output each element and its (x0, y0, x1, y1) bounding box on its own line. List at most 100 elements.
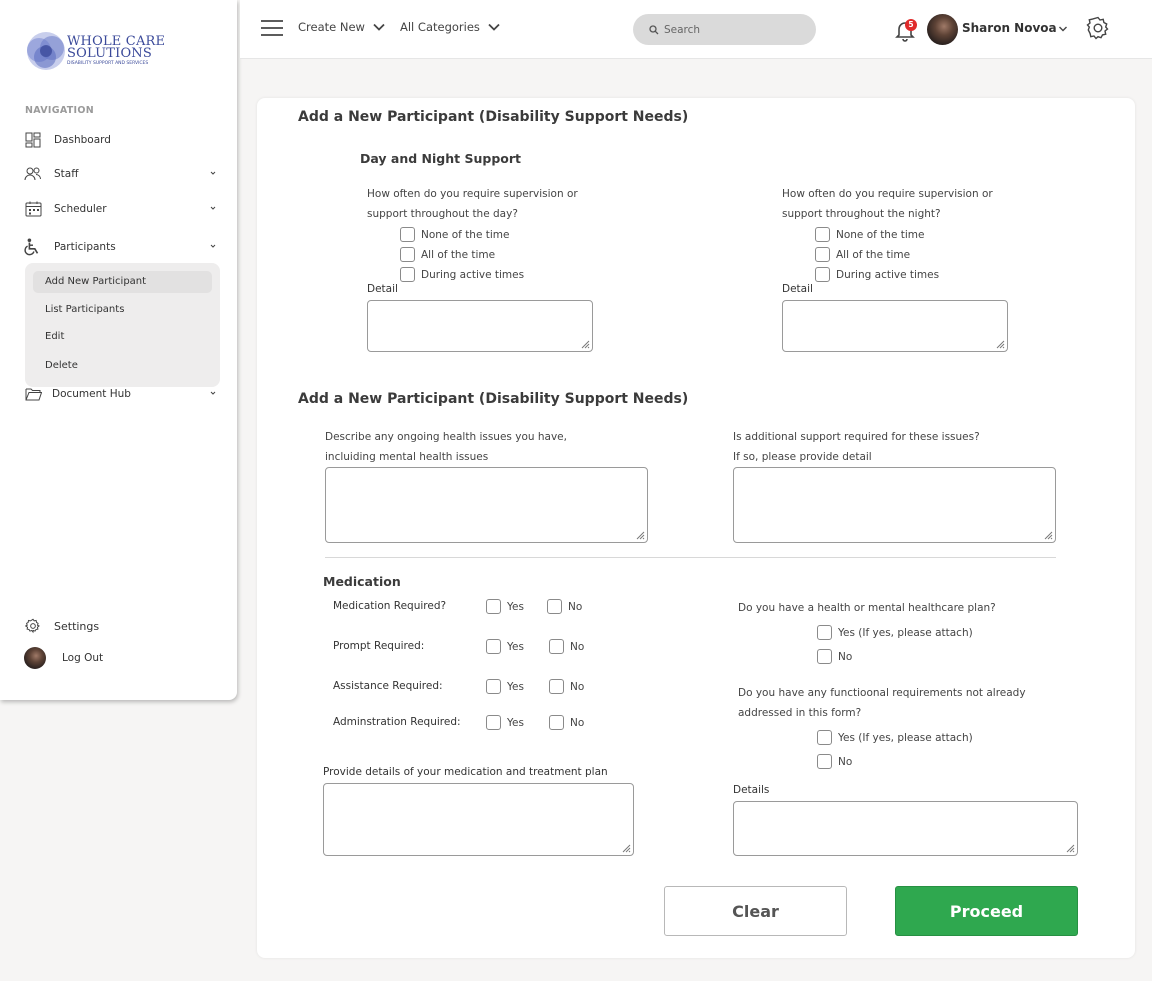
checkbox[interactable] (817, 754, 832, 769)
submenu-edit[interactable]: Edit (33, 326, 212, 348)
assistance-required-yes[interactable]: Yes (486, 679, 524, 694)
chevron-down-icon[interactable] (210, 390, 216, 396)
prompt-required-no[interactable]: No (549, 639, 584, 654)
checkbox[interactable] (817, 730, 832, 745)
yes-label: Yes (507, 716, 524, 729)
sidebar-item-scheduler[interactable]: Scheduler (24, 198, 220, 220)
option-label: All of the time (421, 248, 496, 261)
search-bar[interactable] (633, 14, 816, 45)
checkbox[interactable] (549, 715, 564, 730)
functional-no[interactable]: No (817, 754, 852, 769)
option-label: None of the time (836, 228, 925, 241)
resize-grip-icon[interactable] (996, 340, 1005, 349)
day-option-all[interactable]: All of the time (400, 247, 495, 262)
checkbox[interactable] (400, 247, 415, 262)
checkbox[interactable] (817, 649, 832, 664)
participants-submenu: Add New Participant List Participants Ed… (25, 263, 220, 387)
sidebar-item-label: Document Hub (52, 388, 131, 400)
medication-required-yes[interactable]: Yes (486, 599, 524, 614)
notifications-button[interactable]: 5 (893, 18, 917, 42)
night-detail-label: Detail (782, 283, 813, 295)
medication-required-no[interactable]: No (547, 599, 582, 614)
resize-grip-icon[interactable] (1066, 844, 1075, 853)
additional-support-textarea[interactable] (733, 467, 1056, 543)
sidebar-item-document-hub[interactable]: Document Hub (24, 383, 220, 405)
day-option-active[interactable]: During active times (400, 267, 524, 282)
checkbox[interactable] (815, 267, 830, 282)
health-issues-textarea[interactable] (325, 467, 648, 543)
option-label: During active times (836, 268, 940, 281)
day-question-line1: How often do you require supervision or (367, 188, 578, 200)
chevron-down-icon[interactable] (210, 243, 216, 249)
checkbox[interactable] (547, 599, 562, 614)
day-option-none[interactable]: None of the time (400, 227, 509, 242)
sidebar-item-staff[interactable]: Staff (24, 163, 220, 185)
checkbox[interactable] (400, 267, 415, 282)
night-question-line2: support throughout the night? (782, 208, 941, 220)
resize-grip-icon[interactable] (1044, 531, 1053, 540)
brand-logo[interactable]: WHOLE CARE SOLUTIONS DISABILITY SUPPORT … (25, 30, 165, 72)
calendar-icon (24, 200, 42, 218)
create-new-label: Create New (298, 20, 365, 34)
submenu-delete[interactable]: Delete (33, 355, 212, 377)
checkbox[interactable] (549, 639, 564, 654)
dashboard-icon (24, 131, 42, 149)
details-textarea[interactable] (733, 801, 1078, 856)
day-detail-label: Detail (367, 283, 398, 295)
chevron-down-icon (373, 23, 385, 31)
sidebar-item-dashboard[interactable]: Dashboard (24, 129, 220, 151)
checkbox[interactable] (817, 625, 832, 640)
chevron-down-icon[interactable] (210, 205, 216, 211)
night-option-none[interactable]: None of the time (815, 227, 924, 242)
sidebar-item-label: Dashboard (54, 134, 111, 146)
clear-button[interactable]: Clear (664, 886, 847, 936)
checkbox[interactable] (815, 247, 830, 262)
create-new-dropdown[interactable]: Create New (298, 20, 385, 34)
sidebar-logout[interactable]: Log Out (24, 647, 220, 669)
functional-question-line1: Do you have any functioonal requirements… (738, 687, 1026, 699)
resize-grip-icon[interactable] (622, 844, 631, 853)
administration-required-yes[interactable]: Yes (486, 715, 524, 730)
chevron-down-icon[interactable] (1058, 25, 1068, 33)
healthcare-plan-no[interactable]: No (817, 649, 852, 664)
no-label: No (570, 716, 585, 729)
night-option-all[interactable]: All of the time (815, 247, 910, 262)
prompt-required-yes[interactable]: Yes (486, 639, 524, 654)
checkbox[interactable] (486, 599, 501, 614)
support-question-line1: Is additional support required for these… (733, 431, 980, 443)
healthcare-plan-yes[interactable]: Yes (If yes, please attach) (817, 625, 973, 640)
submenu-add-new-participant[interactable]: Add New Participant (33, 271, 212, 293)
functional-yes[interactable]: Yes (If yes, please attach) (817, 730, 973, 745)
users-icon (24, 165, 42, 183)
checkbox[interactable] (549, 679, 564, 694)
brand-tagline: DISABILITY SUPPORT AND SERVICES (67, 61, 149, 66)
assistance-required-no[interactable]: No (549, 679, 584, 694)
proceed-button[interactable]: Proceed (895, 886, 1078, 936)
hamburger-menu-icon[interactable] (261, 19, 283, 37)
resize-grip-icon[interactable] (581, 340, 590, 349)
all-categories-dropdown[interactable]: All Categories (400, 20, 500, 34)
sidebar-settings[interactable]: Settings (24, 615, 220, 637)
section-title: Add a New Participant (Disability Suppor… (298, 109, 689, 125)
checkbox[interactable] (486, 715, 501, 730)
user-name[interactable]: Sharon Novoa (962, 21, 1057, 35)
day-detail-textarea[interactable] (367, 300, 593, 352)
divider (325, 557, 1056, 558)
sidebar-item-participants[interactable]: Participants (24, 236, 220, 258)
submenu-list-participants[interactable]: List Participants (33, 299, 212, 321)
gear-icon[interactable] (1086, 16, 1110, 40)
chevron-down-icon[interactable] (210, 170, 216, 176)
search-input[interactable] (664, 23, 804, 36)
resize-grip-icon[interactable] (636, 531, 645, 540)
night-detail-textarea[interactable] (782, 300, 1008, 352)
checkbox[interactable] (400, 227, 415, 242)
checkbox[interactable] (486, 639, 501, 654)
treatment-plan-textarea[interactable] (323, 783, 634, 856)
checkbox[interactable] (815, 227, 830, 242)
topbar: Create New All Categories 5 Sharon Novoa (240, 0, 1152, 59)
avatar[interactable] (927, 14, 958, 45)
wheelchair-icon (24, 238, 42, 256)
night-option-active[interactable]: During active times (815, 267, 939, 282)
administration-required-no[interactable]: No (549, 715, 584, 730)
checkbox[interactable] (486, 679, 501, 694)
